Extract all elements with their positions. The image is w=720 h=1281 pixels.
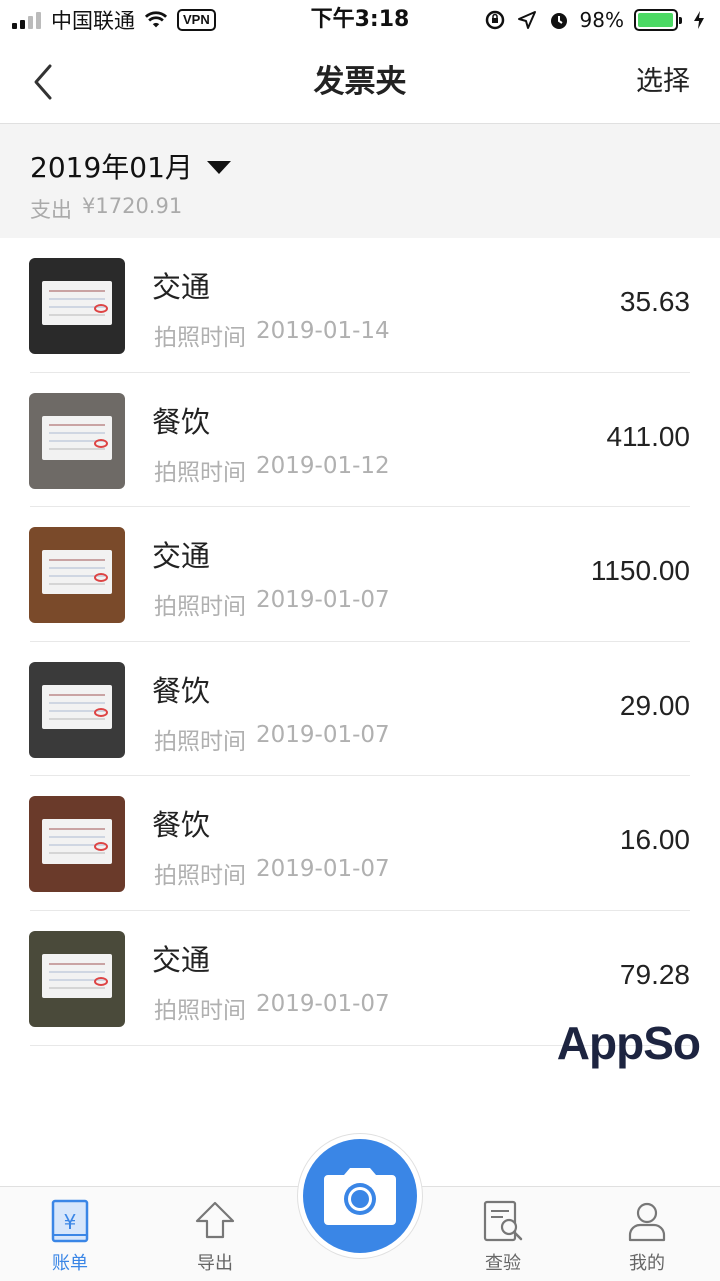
battery-level bbox=[638, 13, 674, 27]
date-value: 2019-01-07 bbox=[256, 856, 390, 883]
invoice-amount: 35.63 bbox=[619, 286, 690, 317]
invoice-thumbnail bbox=[29, 796, 125, 893]
expense-total: ¥1720.91 bbox=[82, 194, 183, 218]
verify-document-icon bbox=[481, 1199, 525, 1243]
invoice-list-item[interactable]: 餐饮 拍照时间 2019-01-07 16.00 bbox=[0, 776, 720, 911]
invoice-category: 餐饮 bbox=[152, 808, 211, 843]
date-value: 2019-01-14 bbox=[256, 318, 390, 344]
invoice-date: 拍照时间 2019-01-14 bbox=[154, 318, 390, 352]
invoice-category: 餐饮 bbox=[152, 404, 211, 439]
date-label: 拍照时间 bbox=[154, 325, 246, 351]
invoice-list-item[interactable]: 餐饮 拍照时间 2019-01-07 29.00 bbox=[0, 642, 720, 777]
tab-verify[interactable]: 查验 bbox=[458, 1199, 548, 1277]
upload-icon bbox=[193, 1199, 237, 1243]
navigation-bar: 发票夹 选择 bbox=[0, 40, 720, 124]
date-value: 2019-01-12 bbox=[256, 452, 390, 479]
invoice-list: 交通 拍照时间 2019-01-14 35.63 餐饮 拍照时间 2019-01-1… bbox=[0, 238, 720, 1046]
invoice-list-item[interactable]: 交通 拍照时间 2019-01-14 35.63 bbox=[0, 238, 720, 373]
tab-export[interactable]: 导出 bbox=[170, 1199, 260, 1277]
charging-bolt-icon bbox=[688, 9, 710, 31]
invoice-date: 拍照时间 2019-01-07 bbox=[154, 722, 390, 756]
invoice-date: 拍照时间 2019-01-07 bbox=[154, 856, 390, 890]
invoice-date: 拍照时间 2019-01-07 bbox=[154, 991, 390, 1025]
date-value: 2019-01-07 bbox=[256, 721, 390, 748]
page-title: 发票夹 bbox=[313, 64, 407, 100]
bill-icon: ¥ bbox=[48, 1199, 92, 1243]
tab-mine[interactable]: 我的 bbox=[602, 1199, 692, 1277]
user-icon bbox=[625, 1199, 669, 1243]
invoice-thumbnail bbox=[29, 661, 125, 758]
invoice-thumbnail bbox=[29, 527, 125, 624]
battery-icon bbox=[634, 9, 682, 31]
invoice-category: 交通 bbox=[152, 539, 211, 574]
invoice-thumbnail bbox=[29, 392, 125, 489]
date-label: 拍照时间 bbox=[154, 728, 246, 755]
month-picker[interactable]: 2019年01月 bbox=[30, 146, 231, 186]
invoice-category: 餐饮 bbox=[152, 673, 211, 708]
alarm-icon bbox=[548, 9, 570, 31]
date-value: 2019-01-07 bbox=[256, 587, 390, 614]
tab-mine-label: 我的 bbox=[629, 1253, 665, 1274]
battery-percent: 98% bbox=[579, 8, 624, 32]
date-value: 2019-01-07 bbox=[256, 990, 390, 1017]
date-label: 拍照时间 bbox=[154, 863, 246, 890]
camera-button[interactable] bbox=[303, 1139, 417, 1253]
invoice-category: 交通 bbox=[152, 270, 211, 304]
svg-text:¥: ¥ bbox=[64, 1210, 77, 1234]
invoice-date: 拍照时间 2019-01-12 bbox=[154, 453, 390, 487]
invoice-list-item[interactable]: 交通 拍照时间 2019-01-07 1150.00 bbox=[0, 507, 720, 642]
month-header: 2019年01月 支出 ¥1720.91 bbox=[0, 124, 720, 238]
invoice-folder-screen: 中国联通 VPN 下午3:18 98% 发票夹 选择 2019年01月 支出 ¥… bbox=[0, 0, 720, 1281]
tab-bill[interactable]: ¥ 账单 bbox=[25, 1199, 115, 1277]
date-label: 拍照时间 bbox=[154, 997, 246, 1024]
month-expense-summary: 支出 ¥1720.91 bbox=[30, 194, 182, 224]
status-bar-right: 98% bbox=[484, 6, 710, 34]
invoice-thumbnail bbox=[29, 930, 125, 1027]
invoice-amount: 1150.00 bbox=[590, 555, 690, 587]
date-label: 拍照时间 bbox=[154, 594, 246, 621]
invoice-amount: 79.28 bbox=[619, 958, 690, 990]
month-label: 2019年01月 bbox=[30, 151, 193, 184]
rotation-lock-icon bbox=[484, 9, 506, 31]
invoice-amount: 16.00 bbox=[619, 824, 690, 856]
location-icon bbox=[516, 9, 538, 31]
appso-watermark: AppSo bbox=[556, 1017, 701, 1069]
date-label: 拍照时间 bbox=[154, 459, 246, 486]
tab-bill-label: 账单 bbox=[52, 1253, 88, 1274]
status-bar: 中国联通 VPN 下午3:18 98% bbox=[0, 0, 720, 40]
caret-down-icon bbox=[206, 160, 231, 174]
expense-label: 支出 bbox=[30, 198, 72, 222]
invoice-amount: 411.00 bbox=[606, 420, 690, 452]
invoice-list-item[interactable]: 餐饮 拍照时间 2019-01-12 411.00 bbox=[0, 373, 720, 508]
tab-export-label: 导出 bbox=[197, 1253, 233, 1274]
select-button[interactable]: 选择 bbox=[636, 60, 690, 104]
invoice-amount: 29.00 bbox=[619, 689, 690, 721]
tab-verify-label: 查验 bbox=[485, 1253, 521, 1274]
invoice-thumbnail bbox=[29, 258, 125, 354]
camera-icon bbox=[324, 1168, 396, 1225]
invoice-category: 交通 bbox=[152, 942, 211, 977]
invoice-date: 拍照时间 2019-01-07 bbox=[154, 587, 390, 621]
